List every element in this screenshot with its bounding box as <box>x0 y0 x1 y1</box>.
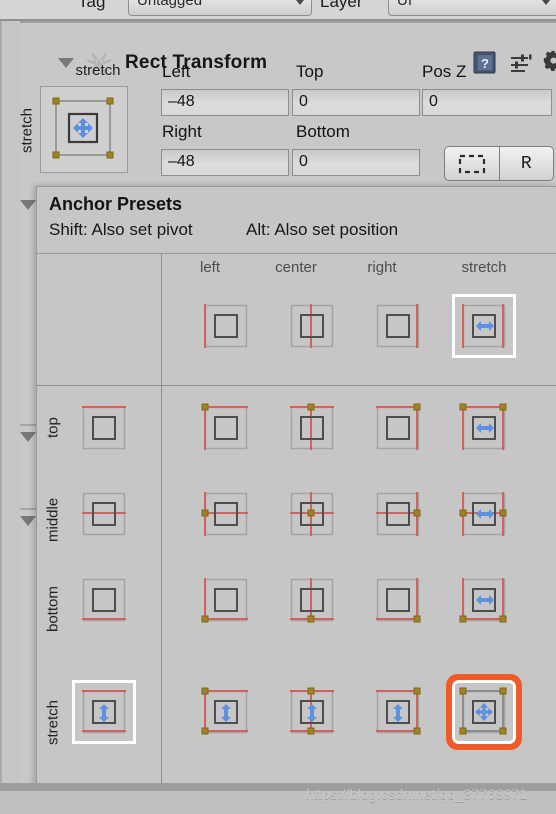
watermark: https://blog.csdn.net/qq_37768971 <box>306 786 528 802</box>
anchor-preset-middle-center[interactable] <box>283 485 341 543</box>
anchor-preset-top-stretch[interactable] <box>455 399 513 457</box>
raw-mode-label: R <box>520 153 532 174</box>
tag-layer-bar: Tag Untagged Layer UI <box>0 0 556 21</box>
left-field-label: Left <box>162 62 191 81</box>
unity-inspector-screen: Tag Untagged Layer UI Rect Transform ? s… <box>0 0 556 814</box>
right-input[interactable]: –48 <box>161 149 289 176</box>
divider <box>37 385 556 386</box>
triangle-down-icon[interactable] <box>20 516 36 526</box>
anchor-preset-bottom-center[interactable] <box>283 571 341 629</box>
anchor-preset-button-label: stretch <box>75 62 121 79</box>
preset-sliders-icon[interactable] <box>509 52 533 76</box>
alt-hint: Alt: Also set position <box>246 220 399 239</box>
shift-hint: Shift: Also set pivot <box>49 220 193 239</box>
anchor-preset-row-preview-stretch[interactable] <box>75 683 133 741</box>
gear-icon[interactable] <box>543 50 556 75</box>
anchor-preset-row-preview-middle[interactable] <box>75 485 133 543</box>
posz-input[interactable]: 0 <box>422 89 552 116</box>
anchor-preset-button[interactable] <box>40 86 128 173</box>
blueprint-mode-icon <box>458 154 486 174</box>
tag-label: Tag <box>78 0 106 11</box>
row-label-bottom: bottom <box>44 586 62 632</box>
tag-dropdown[interactable]: Untagged <box>128 0 312 16</box>
anchor-preset-top-left[interactable] <box>197 399 255 457</box>
anchor-preset-middle-stretch[interactable] <box>455 485 513 543</box>
divider <box>161 254 162 789</box>
anchor-preset-bottom-left[interactable] <box>197 571 255 629</box>
left-input[interactable]: –48 <box>161 89 289 116</box>
divider <box>37 253 556 254</box>
chevron-down-icon <box>542 0 550 5</box>
anchor-preset-stretch-center[interactable] <box>283 683 341 741</box>
anchor-preset-col-preview-center[interactable] <box>283 297 341 355</box>
divider <box>20 508 36 510</box>
row-label-middle: middle <box>44 497 62 543</box>
anchor-preset-middle-right[interactable] <box>369 485 427 543</box>
right-input-value: –48 <box>168 153 195 170</box>
row-label-stretch: stretch <box>44 699 62 745</box>
posz-input-value: 0 <box>429 93 438 110</box>
column-header-right: right <box>367 259 397 276</box>
layer-dropdown-value: UI <box>397 0 412 9</box>
help-book-icon[interactable]: ? <box>472 50 498 76</box>
posz-field-label: Pos Z <box>422 62 467 81</box>
blueprint-mode-button[interactable] <box>445 147 499 180</box>
rect-mode-toggle-group[interactable]: R <box>444 146 554 181</box>
bottom-input-value: 0 <box>299 153 308 170</box>
column-header-center: center <box>275 259 317 276</box>
anchor-preset-middle-left[interactable] <box>197 485 255 543</box>
top-input-value: 0 <box>299 93 308 110</box>
anchor-preset-stretch-left[interactable] <box>197 683 255 741</box>
anchor-presets-popup: Anchor Presets Shift: Also set pivot Alt… <box>36 186 556 790</box>
triangle-down-icon[interactable] <box>20 432 36 442</box>
anchor-presets-title: Anchor Presets <box>49 194 183 214</box>
anchor-preset-bottom-stretch[interactable] <box>455 571 513 629</box>
layer-dropdown[interactable]: UI <box>388 0 556 16</box>
divider <box>20 424 36 426</box>
column-header-left: left <box>199 259 220 276</box>
divider <box>20 21 556 23</box>
triangle-down-icon[interactable] <box>20 200 36 210</box>
rect-transform-header[interactable]: Rect Transform ? <box>20 24 556 75</box>
anchor-preset-row-preview-top[interactable] <box>75 399 133 457</box>
page-title: Rect Transform <box>125 52 268 73</box>
row-label-top: top <box>44 417 62 439</box>
anchor-preset-stretch-stretch[interactable] <box>455 683 513 741</box>
tag-dropdown-value: Untagged <box>137 0 203 9</box>
anchor-preset-row-preview-bottom[interactable] <box>75 571 133 629</box>
anchor-preset-stretch-right[interactable] <box>369 683 427 741</box>
right-field-label: Right <box>162 122 202 141</box>
anchor-preset-button-side-label: stretch <box>18 107 36 153</box>
anchor-preset-col-preview-left[interactable] <box>197 297 255 355</box>
svg-text:?: ? <box>481 56 489 71</box>
anchor-preset-top-center[interactable] <box>283 399 341 457</box>
anchor-preset-col-preview-right[interactable] <box>369 297 427 355</box>
inspector-left-gutter <box>0 0 20 814</box>
top-input[interactable]: 0 <box>292 89 420 116</box>
raw-mode-button[interactable]: R <box>500 147 554 180</box>
chevron-down-icon <box>296 0 304 5</box>
column-header-stretch: stretch <box>461 259 507 276</box>
top-field-label: Top <box>296 62 324 81</box>
anchor-preset-bottom-right[interactable] <box>369 571 427 629</box>
left-input-value: –48 <box>168 93 195 110</box>
bottom-input[interactable]: 0 <box>292 149 420 176</box>
anchor-preset-top-right[interactable] <box>369 399 427 457</box>
anchor-preset-col-preview-stretch[interactable] <box>455 297 513 355</box>
layer-label: Layer <box>320 0 363 11</box>
bottom-field-label: Bottom <box>296 122 350 141</box>
